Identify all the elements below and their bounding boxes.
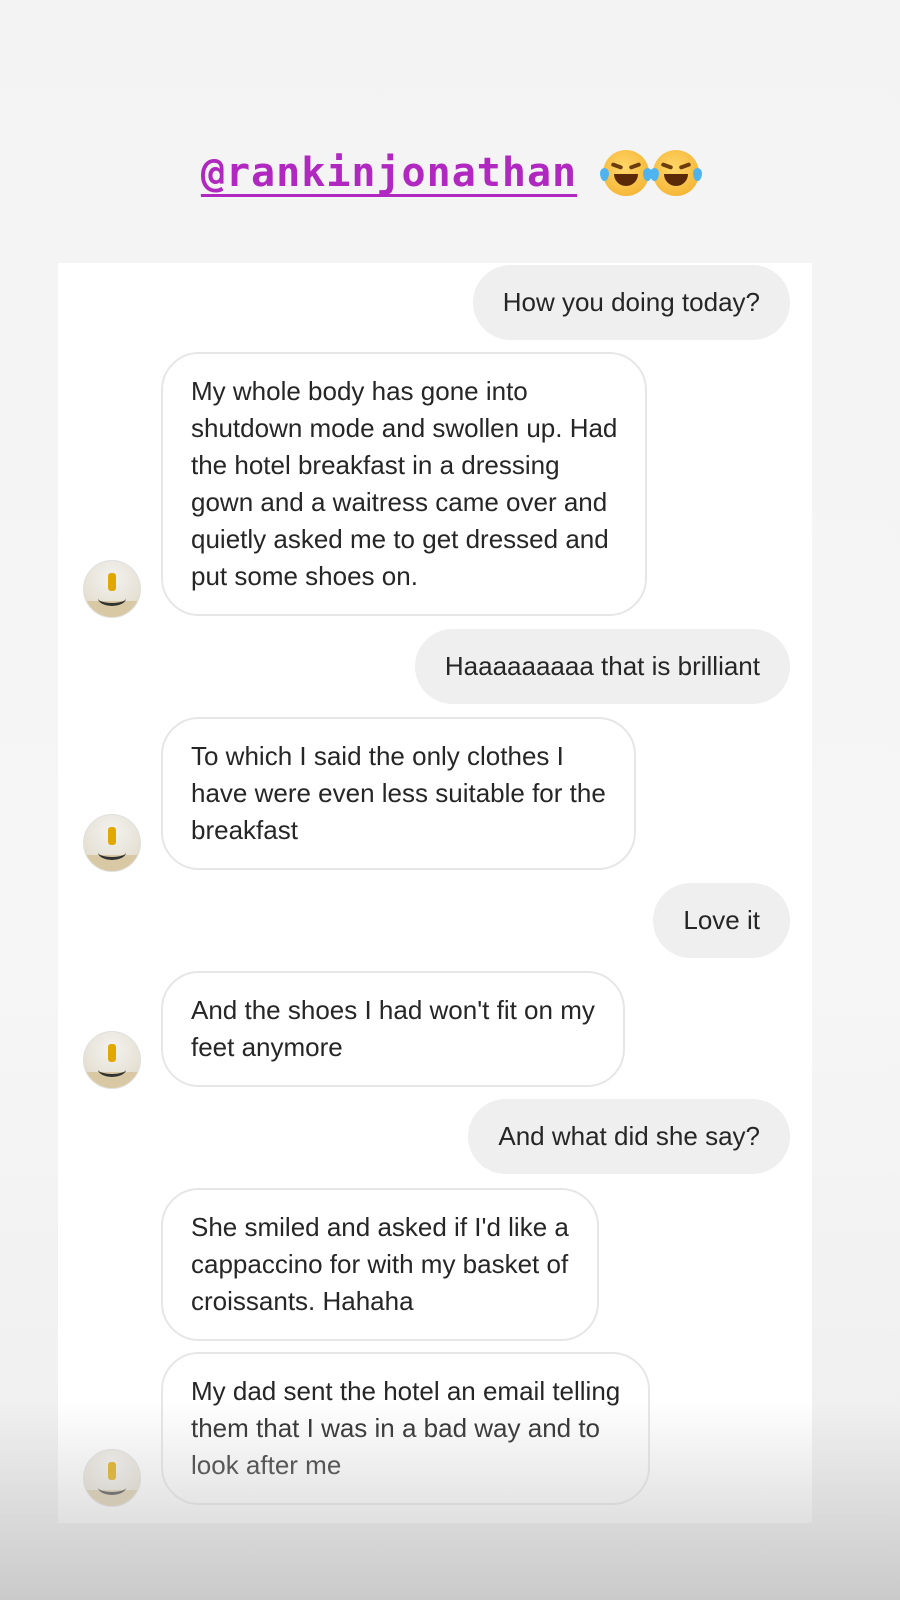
- sent-message-bubble: How you doing today?: [472, 265, 790, 340]
- received-message-bubble: And the shoes I had won't fit on my feet…: [161, 971, 625, 1087]
- sent-message-bubble: Haaaaaaaaa that is brilliant: [414, 629, 790, 704]
- mention-header: @rankinjonathan: [0, 150, 900, 196]
- received-message-bubble: She smiled and asked if I'd like a cappa…: [161, 1188, 599, 1341]
- mention-link[interactable]: @rankinjonathan: [201, 150, 577, 196]
- received-message-bubble: To which I said the only clothes I have …: [161, 717, 636, 870]
- chat-screenshot: How you doing today? My whole body has g…: [58, 263, 812, 1523]
- face-with-tears-of-joy-icon: [600, 150, 653, 196]
- face-with-tears-of-joy-icon: [650, 150, 703, 196]
- sent-message-bubble: And what did she say?: [468, 1099, 790, 1174]
- avatar: [83, 814, 141, 872]
- received-message-bubble: My whole body has gone into shutdown mod…: [161, 352, 648, 616]
- sent-message-bubble: Love it: [653, 883, 790, 958]
- emoji-group: [600, 150, 703, 196]
- avatar: [83, 1031, 141, 1089]
- received-message-bubble: My dad sent the hotel an email telling t…: [161, 1352, 651, 1505]
- avatar: [83, 1449, 141, 1507]
- story-frame: @rankinjonathan How you doing today? My …: [0, 0, 900, 1600]
- avatar: [83, 560, 141, 618]
